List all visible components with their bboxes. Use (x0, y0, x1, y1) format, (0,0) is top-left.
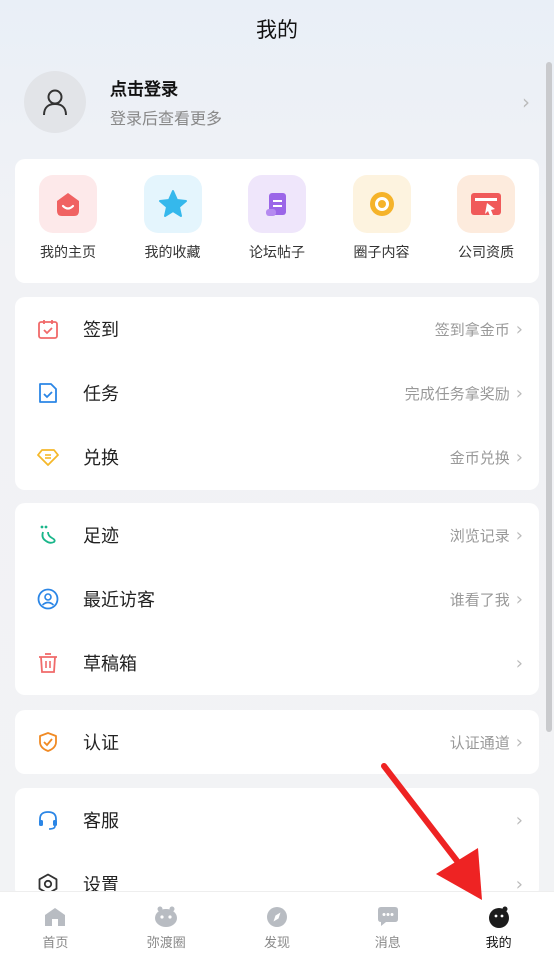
avatar[interactable] (24, 71, 86, 133)
quick-item-company-qualification[interactable]: 公司资质 (456, 175, 516, 283)
chevron-right-icon: › (515, 318, 523, 340)
scrollbar[interactable] (546, 62, 552, 732)
chevron-right-icon: › (515, 524, 523, 546)
chevron-right-icon[interactable]: › (522, 90, 530, 114)
chevron-right-icon: › (515, 382, 523, 404)
menu-row-certification[interactable]: 认证 认证通道 › (15, 710, 539, 774)
bottom-tab-bar: 首页 弥渡圈 发现 消息 我的 (0, 891, 554, 955)
certificate-icon (457, 175, 515, 233)
headset-icon (37, 809, 59, 831)
tab-messages[interactable]: 消息 (332, 892, 443, 955)
menu-row-recent-visitors[interactable]: 最近访客 谁看了我 › (15, 567, 539, 631)
shield-check-icon (37, 731, 59, 753)
quick-item-circle-content[interactable]: 圈子内容 (352, 175, 412, 283)
login-profile-area[interactable]: 点击登录 登录后查看更多 › (24, 70, 530, 134)
login-title[interactable]: 点击登录 (110, 75, 522, 100)
page-title: 我的 (256, 18, 298, 42)
chevron-right-icon: › (515, 731, 523, 753)
diamond-exchange-icon (37, 446, 59, 468)
menu-row-tasks[interactable]: 任务 完成任务拿奖励 › (15, 361, 539, 425)
calendar-check-icon (37, 318, 59, 340)
message-icon (377, 907, 398, 926)
menu-row-drafts[interactable]: 草稿箱 › (15, 631, 539, 695)
menu-group-activity: 足迹 浏览记录 › 最近访客 谁看了我 › 草稿箱 › (15, 503, 539, 695)
home-icon (45, 908, 66, 926)
menu-group-certification: 认证 认证通道 › (15, 710, 539, 774)
compass-icon (266, 907, 287, 927)
chevron-right-icon: › (515, 446, 523, 468)
community-icon (155, 906, 178, 927)
footprint-icon (37, 524, 59, 546)
quick-access-card: 我的主页 我的收藏 论坛帖子 圈子内容 公司资质 (15, 159, 539, 283)
user-icon (43, 89, 67, 116)
quick-item-favorites[interactable]: 我的收藏 (143, 175, 203, 283)
circle-icon (352, 175, 411, 233)
trash-box-icon (37, 652, 59, 674)
star-icon (143, 175, 202, 233)
visitor-icon (37, 588, 59, 610)
scroll-icon (248, 175, 306, 233)
home-page-icon (39, 175, 97, 233)
menu-row-footprint[interactable]: 足迹 浏览记录 › (15, 503, 539, 567)
login-subtitle: 登录后查看更多 (110, 109, 223, 128)
menu-row-exchange[interactable]: 兑换 金币兑换 › (15, 425, 539, 489)
tab-me[interactable]: 我的 (443, 892, 554, 955)
tab-midu-circle[interactable]: 弥渡圈 (111, 892, 222, 955)
quick-item-forum-posts[interactable]: 论坛帖子 (247, 175, 307, 283)
chevron-right-icon: › (515, 809, 523, 831)
menu-row-customer-service[interactable]: 客服 › (15, 788, 539, 852)
menu-row-sign-in[interactable]: 签到 签到拿金币 › (15, 297, 539, 361)
task-icon (37, 382, 59, 404)
menu-group-support: 客服 › 设置 › (15, 788, 539, 898)
me-icon (488, 906, 509, 928)
tab-home[interactable]: 首页 (0, 892, 111, 955)
menu-group-rewards: 签到 签到拿金币 › 任务 完成任务拿奖励 › 兑换 金币兑换 › (15, 297, 539, 490)
quick-item-my-home[interactable]: 我的主页 (38, 175, 98, 283)
chevron-right-icon: › (515, 652, 523, 674)
chevron-right-icon: › (515, 588, 523, 610)
tab-discover[interactable]: 发现 (222, 892, 333, 955)
